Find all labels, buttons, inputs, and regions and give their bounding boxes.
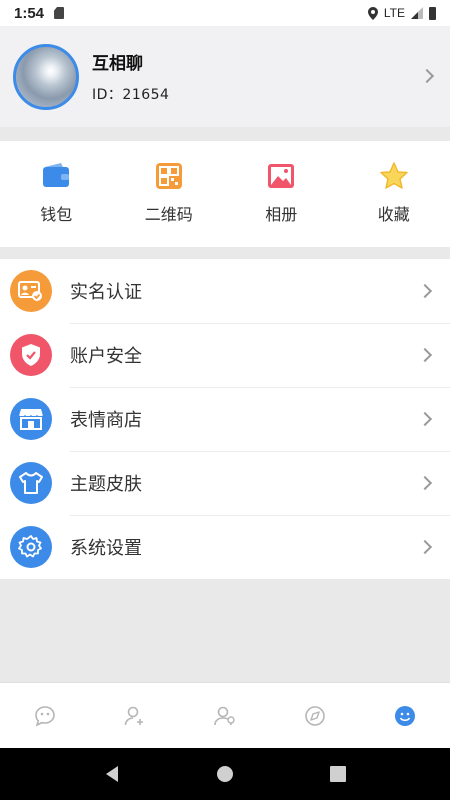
shirt-icon <box>10 462 52 504</box>
home-icon[interactable] <box>216 765 234 783</box>
chevron-right-icon <box>417 283 433 299</box>
wallet-icon <box>43 163 70 187</box>
status-bar: 1:54 LTE <box>0 0 450 26</box>
avatar[interactable] <box>13 43 79 110</box>
quick-item-qrcode[interactable]: 二维码 <box>113 141 226 247</box>
gear-icon <box>10 526 52 568</box>
qrcode-icon <box>155 163 182 189</box>
quick-actions: 钱包 二维码 相册 收藏 <box>0 141 450 247</box>
profile-name: 互相聊 <box>92 54 143 74</box>
back-icon[interactable] <box>104 765 120 783</box>
discover-icon <box>305 705 325 726</box>
chevron-right-icon <box>419 68 435 84</box>
quick-label-wallet: 钱包 <box>40 205 73 224</box>
id-card-icon <box>10 270 52 312</box>
bottom-tab-bar <box>0 682 450 748</box>
album-icon <box>268 164 295 188</box>
tab-add-friend[interactable] <box>90 683 180 748</box>
battery-icon <box>429 6 436 20</box>
quick-item-favorites[interactable]: 收藏 <box>338 141 450 247</box>
menu-label-system-settings: 系统设置 <box>70 538 142 559</box>
me-icon <box>395 705 415 726</box>
profile-info: 互相聊 ID：21654 <box>92 49 169 104</box>
menu-label-theme-skin: 主题皮肤 <box>70 474 142 495</box>
recents-icon[interactable] <box>330 766 346 782</box>
tab-discover[interactable] <box>270 683 360 748</box>
contacts-icon <box>214 706 235 725</box>
quick-item-wallet[interactable]: 钱包 <box>0 141 113 247</box>
menu-item-system-settings[interactable]: 系统设置 <box>0 515 450 579</box>
star-icon <box>380 162 408 189</box>
menu-item-sticker-store[interactable]: 表情商店 <box>0 387 450 451</box>
network-type: LTE <box>383 6 405 20</box>
store-icon <box>10 398 52 440</box>
menu-item-verification[interactable]: 实名认证 <box>0 259 450 323</box>
menu-item-theme-skin[interactable]: 主题皮肤 <box>0 451 450 515</box>
profile-card[interactable]: 互相聊 ID：21654 <box>0 26 450 127</box>
status-time: 1:54 <box>14 4 45 22</box>
quick-label-favorites: 收藏 <box>377 205 410 224</box>
chat-icon <box>35 705 55 727</box>
sd-card-icon <box>54 7 65 19</box>
menu-item-account-security[interactable]: 账户安全 <box>0 323 450 387</box>
shield-icon <box>10 334 52 376</box>
tab-chat[interactable] <box>0 683 90 748</box>
add-friend-icon <box>124 706 143 725</box>
chevron-right-icon <box>417 411 433 427</box>
system-nav-bar <box>0 748 450 800</box>
menu-label-account-security: 账户安全 <box>70 346 142 367</box>
signal-icon <box>411 7 423 19</box>
status-indicators: LTE <box>367 6 436 20</box>
quick-label-qrcode: 二维码 <box>144 205 193 224</box>
chevron-right-icon <box>417 539 433 555</box>
chevron-right-icon <box>417 475 433 491</box>
location-icon <box>367 6 378 20</box>
profile-id: ID：21654 <box>92 87 170 103</box>
chevron-right-icon <box>417 347 433 363</box>
tab-me[interactable] <box>360 683 450 748</box>
tab-contacts[interactable] <box>180 683 270 748</box>
menu-label-sticker-store: 表情商店 <box>70 410 142 431</box>
menu-label-verification: 实名认证 <box>70 282 142 303</box>
quick-item-album[interactable]: 相册 <box>225 141 338 247</box>
quick-label-album: 相册 <box>265 205 298 224</box>
settings-menu: 实名认证 账户安全 表情商店 主题皮肤 系统设置 <box>0 259 450 579</box>
